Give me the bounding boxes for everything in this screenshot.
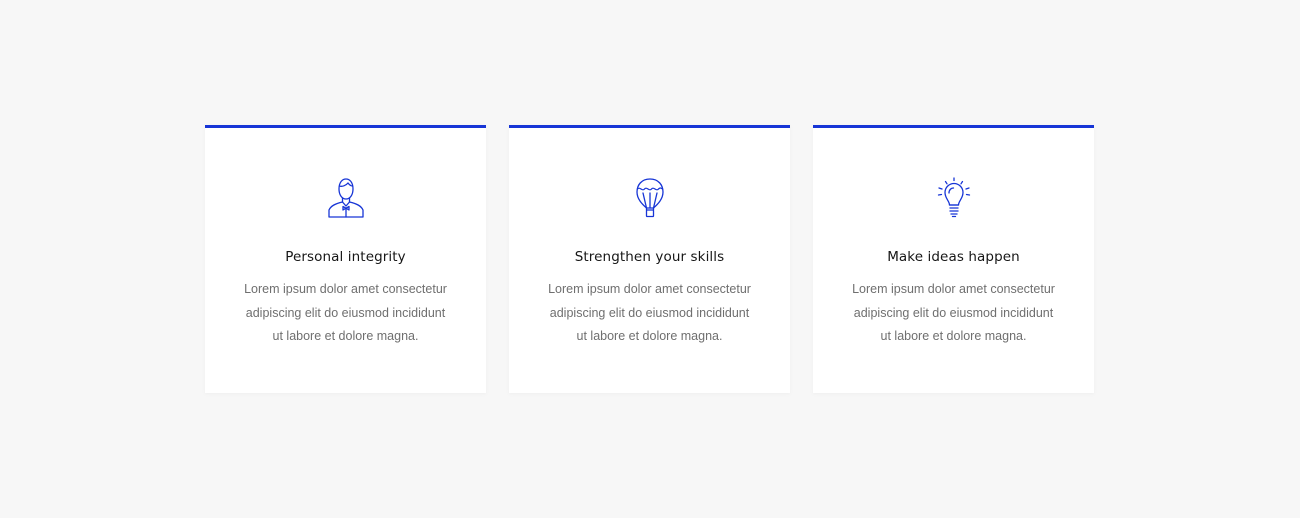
card-description: Lorem ipsum dolor amet consectetur adipi…	[548, 282, 751, 343]
feature-card-personal-integrity: Personal integrity Lorem ipsum dolor ame…	[205, 125, 486, 393]
person-icon	[326, 177, 366, 219]
lightbulb-icon	[934, 177, 974, 219]
card-description: Lorem ipsum dolor amet consectetur adipi…	[852, 282, 1055, 343]
feature-card-make-ideas-happen: Make ideas happen Lorem ipsum dolor amet…	[813, 125, 1094, 393]
card-title: Strengthen your skills	[574, 249, 725, 265]
card-description: Lorem ipsum dolor amet consectetur adipi…	[244, 282, 447, 343]
card-title: Personal integrity	[285, 249, 406, 265]
card-title: Make ideas happen	[887, 249, 1020, 265]
hot-air-balloon-icon	[630, 177, 670, 219]
feature-card-strengthen-skills: Strengthen your skills Lorem ipsum dolor…	[509, 125, 790, 393]
feature-cards: Personal integrity Lorem ipsum dolor ame…	[205, 125, 1094, 393]
